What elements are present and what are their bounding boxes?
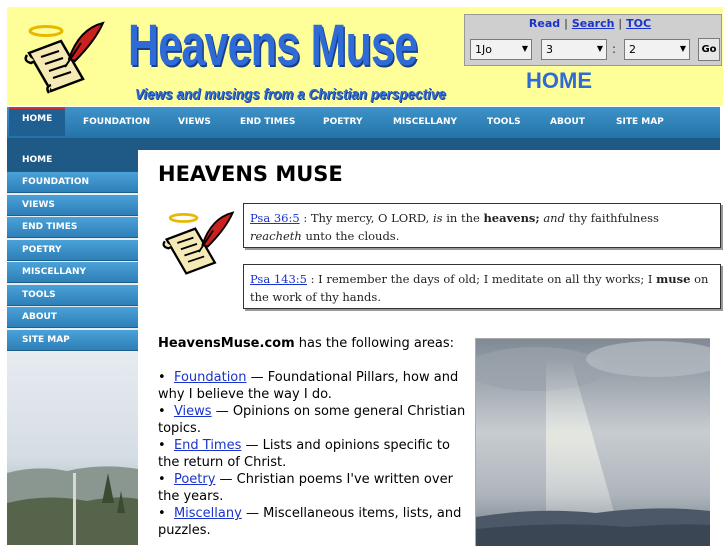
sidebar-item-end-times[interactable]: End Times [7,217,138,238]
list-item: • Views — Opinions on some general Chris… [158,404,466,436]
go-button[interactable]: Go [698,38,720,61]
area-link-foundation[interactable]: Foundation [174,370,247,385]
page-label: HOME [526,68,592,93]
sidebar-item-label: Poetry [22,245,62,255]
area-link-end-times[interactable]: End Times [174,438,241,453]
verse-separator: : [306,272,319,286]
verse-separator: : [299,211,311,225]
area-link-poetry[interactable]: Poetry [174,472,215,487]
list-item: • End Times — Lists and opinions specifi… [158,438,450,470]
sidebar-photo-scene [7,466,138,545]
chapter-select-value: 3 [546,43,553,56]
top-nav-views[interactable]: VIEWS [178,117,211,127]
intro-site-name: HeavensMuse.com [158,336,295,351]
sidebar-item-tools[interactable]: Tools [7,285,138,306]
sunbeam-scene [476,339,710,546]
scroll-quill-logo-icon[interactable] [21,19,105,95]
list-item: • Poetry — Christian poems I've written … [158,472,453,504]
area-link-miscellany[interactable]: Miscellany [174,506,242,521]
sidebar-item-label: Site Map [22,335,70,345]
search-link[interactable]: Search [572,17,615,30]
site-tagline: Views and musings from a Christian persp… [135,86,446,103]
sidebar-item-label: Tools [22,290,56,300]
verse-box-psa-143-5: Psa 143:5 : I remember the days of old; … [243,264,721,309]
intro-rest: has the following areas: [294,336,455,351]
toc-link[interactable]: TOC [626,17,651,30]
chevron-down-icon: ▼ [679,44,686,53]
sidebar-item-miscellany[interactable]: Miscellany [7,262,138,283]
top-nav-foundation[interactable]: FOUNDATION [83,117,150,127]
top-nav-miscellany[interactable]: MISCELLANY [393,117,457,127]
sidebar-item-label: End Times [22,222,78,232]
top-nav-poetry[interactable]: POETRY [323,117,363,127]
verse-select[interactable]: 2 ▼ [624,39,690,60]
sidebar-item-foundation[interactable]: Foundation [7,172,138,193]
book-select[interactable]: 1Jo ▼ [470,39,532,60]
site-title[interactable]: Heavens Muse [128,15,418,77]
page-title: HEAVENS MUSE [158,162,343,186]
top-nav-site-map[interactable]: SITE MAP [616,117,664,127]
verse-text: I remember the days of old; I meditate o… [250,272,709,304]
verse-select-value: 2 [629,43,636,56]
sidebar-item-label: Miscellany [22,267,87,277]
book-select-value: 1Jo [475,43,492,56]
chapter-select[interactable]: 3 ▼ [541,39,607,60]
sidebar-item-home[interactable]: HOME [7,150,138,172]
bible-tool-box: Read | Search | TOC 1Jo ▼ 3 ▼ : 2 ▼ Go [464,14,722,66]
top-nav-home[interactable]: HOME [22,114,52,124]
sidebar-item-about[interactable]: About [7,307,138,328]
read-link[interactable]: Read [529,17,560,30]
nav-underline-band [7,138,720,150]
chevron-down-icon: ▼ [521,44,528,53]
sidebar-item-label: Views [22,200,55,210]
sidebar-item-label: HOME [22,155,53,165]
top-nav-about[interactable]: ABOUT [550,117,585,127]
sunbeam-landscape-photo [475,338,710,546]
sidebar-item-label: About [22,312,57,322]
verse-box-psa-36-5: Psa 36:5 : Thy mercy, O LORD, is in the … [243,203,721,248]
chevron-down-icon: ▼ [596,44,603,53]
area-link-views[interactable]: Views [174,404,212,419]
tool-links: Read | Search | TOC [528,17,652,30]
list-item: • Miscellany — Miscellaneous items, list… [158,506,462,538]
sidebar-item-views[interactable]: Views [7,195,138,216]
sidebar-item-poetry[interactable]: Poetry [7,240,138,261]
sidebar-landscape-photo [7,353,138,545]
sidebar-item-site-map[interactable]: Site Map [7,330,138,351]
top-nav-end-times[interactable]: END TIMES [240,117,295,127]
intro-text: HeavensMuse.com has the following areas: [158,336,454,351]
sidebar-item-label: Foundation [22,177,90,187]
verse-ref-link[interactable]: Psa 143:5 [250,272,307,286]
verse-text: Thy mercy, O LORD, is in the heavens; an… [250,211,659,243]
colon-separator: : [612,42,617,56]
list-item: • Foundation — Foundational Pillars, how… [158,370,459,402]
top-nav-tools[interactable]: TOOLS [487,117,521,127]
areas-list: • Foundation — Foundational Pillars, how… [158,369,473,539]
top-nav: HOME FOUNDATION VIEWS END TIMES POETRY M… [7,107,720,138]
scroll-quill-icon [162,211,235,275]
verse-ref-link[interactable]: Psa 36:5 [250,211,300,225]
